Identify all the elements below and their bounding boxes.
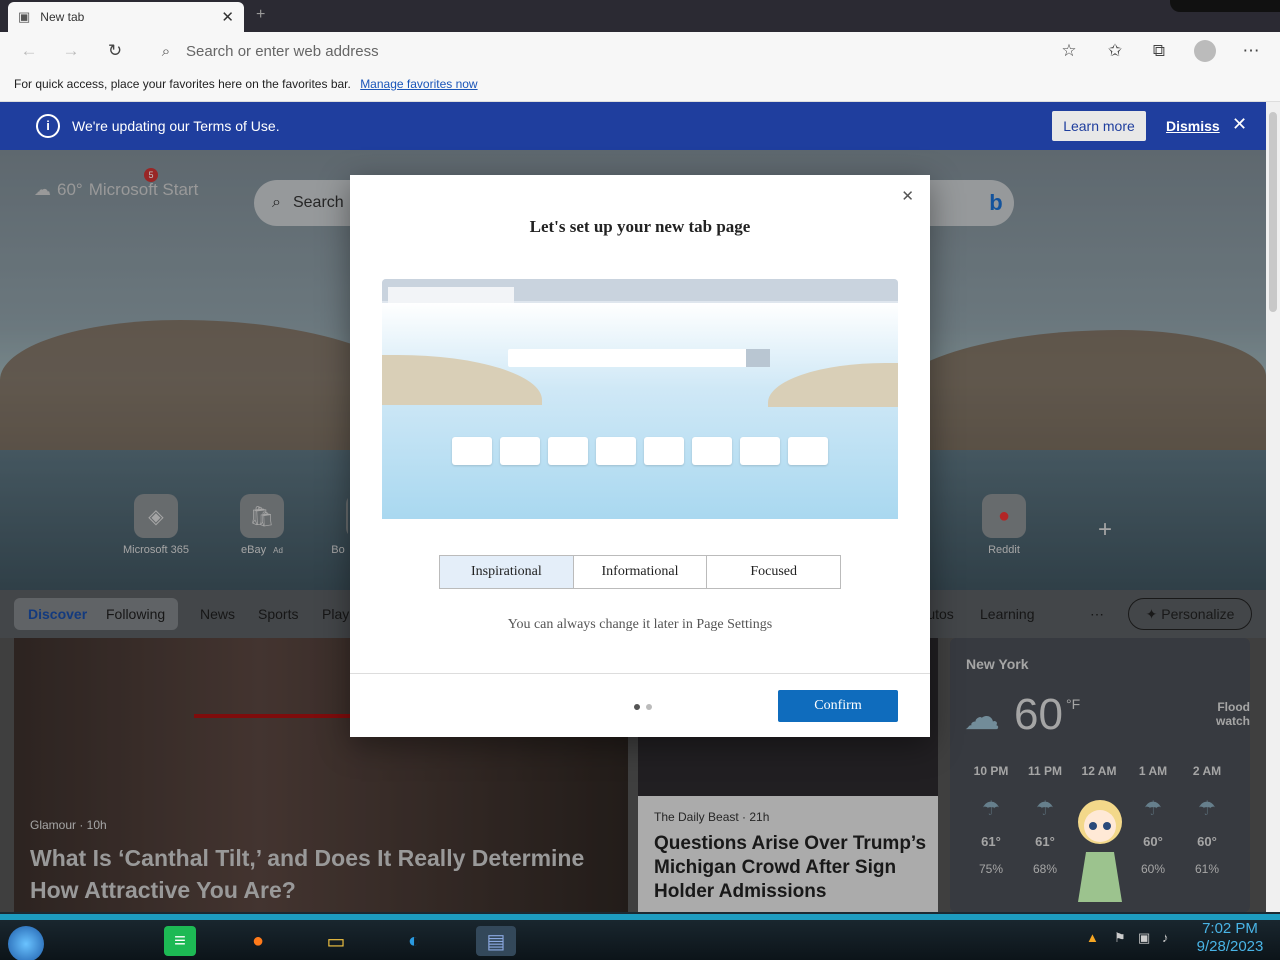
layout-mode-selector: Inspirational Informational Focused <box>439 555 841 589</box>
firefox-icon[interactable]: ● <box>242 926 274 956</box>
favbar-text: For quick access, place your favorites h… <box>14 77 351 91</box>
preview-tile <box>452 437 492 465</box>
tab-page-icon: ▣ <box>18 9 31 24</box>
clock-time: 7:02 PM <box>1202 920 1258 937</box>
more-options-icon[interactable]: ⋯ <box>1238 38 1264 64</box>
tray-flag-icon[interactable]: ⚑ <box>1114 930 1126 946</box>
dismiss-link[interactable]: Dismiss <box>1166 118 1220 134</box>
refresh-icon[interactable]: ↻ <box>102 38 128 64</box>
banner-message: We're updating our Terms of Use. <box>72 118 280 134</box>
tray-app-icon[interactable]: ▲ <box>1086 930 1099 945</box>
preview-tile <box>740 437 780 465</box>
preview-tile <box>548 437 588 465</box>
tab-title: New tab <box>40 10 85 24</box>
preview-tile <box>596 437 636 465</box>
forward-icon[interactable]: → <box>58 38 84 64</box>
taskbar-clock[interactable]: 7:02 PM 9/28/2023 <box>1190 920 1270 956</box>
profile-avatar[interactable] <box>1192 38 1218 64</box>
add-favorite-icon[interactable]: ☆ <box>1056 38 1082 64</box>
preview-search <box>508 349 770 367</box>
taskbar-accent-strip <box>0 914 1280 920</box>
browser-toolbar: ← → ↻ ⌕ Search or enter web address ☆ ✩ … <box>0 32 1280 70</box>
close-dialog-icon[interactable]: ✕ <box>901 187 914 205</box>
preview-tile <box>500 437 540 465</box>
clock-date: 9/28/2023 <box>1196 938 1264 955</box>
setup-dialog: ✕ Let's set up your new tab page Inspira… <box>350 175 930 737</box>
terms-banner: i We're updating our Terms of Use. Learn… <box>0 102 1266 150</box>
page-scrollbar[interactable] <box>1266 102 1280 912</box>
close-banner-icon[interactable]: ✕ <box>1232 114 1247 135</box>
preview-sky <box>382 303 898 519</box>
tab-strip: ▣ New tab ✕ + <box>0 0 1280 32</box>
favorites-bar: For quick access, place your favorites h… <box>0 70 1280 102</box>
preview-tab <box>388 287 514 303</box>
search-icon: ⌕ <box>161 42 171 60</box>
window-corner <box>1170 0 1280 12</box>
dialog-title: Let's set up your new tab page <box>529 217 751 236</box>
pagination-dots <box>634 704 652 710</box>
desktop-mascot[interactable] <box>1068 792 1132 910</box>
file-explorer-icon[interactable]: ▭ <box>320 926 352 956</box>
layout-preview-image <box>382 279 898 519</box>
favorites-icon[interactable]: ✩ <box>1102 38 1128 64</box>
close-tab-icon[interactable]: ✕ <box>221 8 234 26</box>
page-dot <box>646 704 652 710</box>
confirm-button[interactable]: Confirm <box>778 690 898 722</box>
mode-focused[interactable]: Focused <box>707 556 840 588</box>
tray-network-icon[interactable]: ▣ <box>1138 930 1150 946</box>
dialog-hint: You can always change it later in Page S… <box>507 617 773 632</box>
learn-more-button[interactable]: Learn more <box>1052 111 1146 141</box>
back-icon[interactable]: ← <box>16 38 42 64</box>
tray-volume-icon[interactable]: ♪ <box>1162 930 1169 945</box>
edge-icon[interactable]: ◐ <box>398 926 430 956</box>
tab-new-tab[interactable]: ▣ New tab ✕ <box>8 2 244 32</box>
address-bar[interactable]: ⌕ Search or enter web address <box>152 36 1100 66</box>
mode-inspirational[interactable]: Inspirational <box>440 556 574 588</box>
info-icon: i <box>36 114 60 138</box>
preview-search-button <box>746 349 770 367</box>
scrollbar-thumb[interactable] <box>1269 112 1277 312</box>
spotify-icon[interactable]: ≡ <box>164 926 196 956</box>
page-dot-active <box>634 704 640 710</box>
manage-favorites-link[interactable]: Manage favorites now <box>360 77 477 91</box>
dialog-footer: Confirm <box>350 673 930 737</box>
preview-tile <box>644 437 684 465</box>
app-window-icon[interactable]: ▤ <box>476 926 516 956</box>
start-orb-icon[interactable] <box>8 926 44 960</box>
collections-icon[interactable]: ⧉ <box>1146 38 1172 64</box>
mode-informational[interactable]: Informational <box>574 556 708 588</box>
address-placeholder: Search or enter web address <box>186 42 379 60</box>
preview-tile <box>692 437 732 465</box>
preview-tile <box>788 437 828 465</box>
new-tab-button[interactable]: + <box>256 6 274 26</box>
